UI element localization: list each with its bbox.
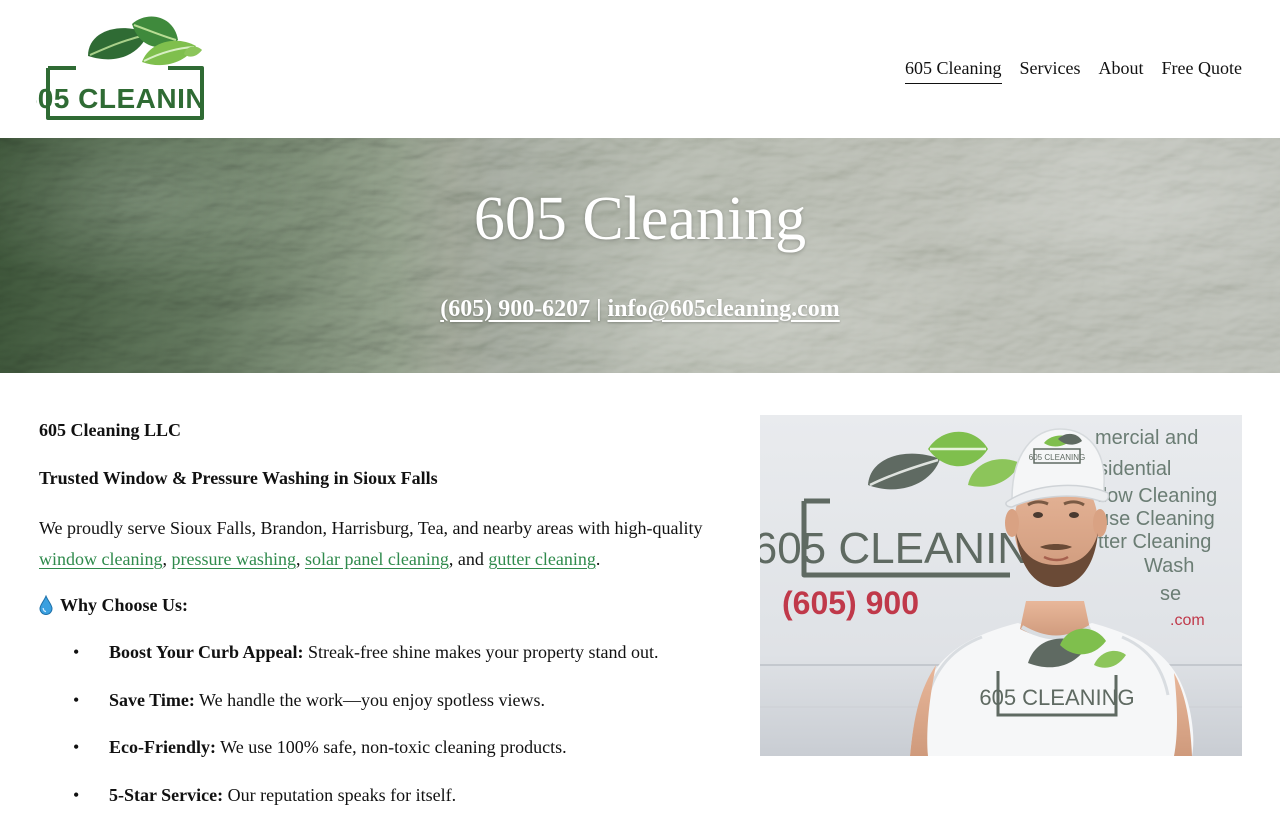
list-item: Boost Your Curb Appeal: Streak-free shin… (39, 639, 719, 687)
list-item: Save Time: We handle the work—you enjoy … (39, 687, 719, 735)
benefit-text: Streak-free shine makes your property st… (308, 642, 658, 662)
why-heading-text: Why Choose Us: (60, 592, 188, 618)
contact-separator: | (596, 296, 601, 322)
svg-text:sidential: sidential (1098, 458, 1171, 480)
link-gutter-cleaning[interactable]: gutter cleaning (488, 549, 595, 569)
nav-home[interactable]: 605 Cleaning (905, 57, 1002, 84)
svg-text:605 CLEANING: 605 CLEANING (979, 685, 1134, 710)
company-logo[interactable]: 605 CLEANING (36, 10, 206, 128)
list-item: 5-Star Service: Our reputation speaks fo… (39, 782, 719, 829)
water-drop-icon (39, 595, 53, 615)
svg-text:(605) 900: (605) 900 (782, 585, 919, 621)
intro-text: We proudly serve Sioux Falls, Brandon, H… (39, 518, 702, 538)
and-text: , and (449, 549, 484, 569)
tagline: Trusted Window & Pressure Washing in Sio… (39, 465, 438, 491)
svg-text:605 CLEANING: 605 CLEANING (36, 83, 206, 114)
svg-text:Wash: Wash (1144, 555, 1194, 577)
phone-link[interactable]: (605) 900-6207 (440, 296, 590, 322)
comma: , (162, 549, 167, 569)
benefit-title: Save Time: (109, 690, 195, 710)
benefit-title: 5-Star Service: (109, 785, 223, 805)
nav-about[interactable]: About (1099, 57, 1144, 84)
intro-paragraph: We proudly serve Sioux Falls, Brandon, H… (39, 513, 719, 575)
hero-contact: (605) 900-6207|info@605cleaning.com (0, 294, 1280, 324)
benefit-title: Eco-Friendly: (109, 737, 216, 757)
period: . (596, 549, 601, 569)
benefit-text: We use 100% safe, non-toxic cleaning pro… (220, 737, 566, 757)
benefit-title: Boost Your Curb Appeal: (109, 642, 304, 662)
benefits-list: Boost Your Curb Appeal: Streak-free shin… (39, 639, 719, 829)
list-item: Eco-Friendly: We use 100% safe, non-toxi… (39, 734, 719, 782)
svg-text:use Cleaning: use Cleaning (1098, 508, 1215, 530)
svg-text:mercial and: mercial and (1095, 427, 1198, 449)
comma: , (296, 549, 301, 569)
benefit-text: Our reputation speaks for itself. (228, 785, 456, 805)
svg-text:tter Cleaning: tter Cleaning (1098, 531, 1211, 553)
svg-text:.com: .com (1170, 612, 1205, 629)
company-name: 605 Cleaning LLC (39, 417, 181, 443)
link-solar-panel-cleaning[interactable]: solar panel cleaning (305, 549, 449, 569)
hero-title: 605 Cleaning (0, 182, 1280, 256)
owner-photo: 605 CLEANING (605) 900 mercial and siden… (760, 415, 1242, 756)
svg-text:dow Cleaning: dow Cleaning (1096, 485, 1217, 507)
main-nav: 605 Cleaning Services About Free Quote (905, 57, 1242, 84)
svg-text:se: se (1160, 583, 1181, 605)
link-pressure-washing[interactable]: pressure washing (171, 549, 295, 569)
nav-free-quote[interactable]: Free Quote (1162, 57, 1242, 84)
nav-services[interactable]: Services (1020, 57, 1081, 84)
site-header: 605 CLEANING 605 Cleaning Services About… (0, 0, 1280, 138)
link-window-cleaning[interactable]: window cleaning (39, 549, 162, 569)
benefit-text: We handle the work—you enjoy spotless vi… (199, 690, 545, 710)
email-link[interactable]: info@605cleaning.com (607, 296, 839, 322)
svg-text:605 CLEANING: 605 CLEANING (1029, 453, 1085, 462)
hero-banner: 605 Cleaning (605) 900-6207|info@605clea… (0, 138, 1280, 373)
why-heading: Why Choose Us: (39, 592, 188, 618)
